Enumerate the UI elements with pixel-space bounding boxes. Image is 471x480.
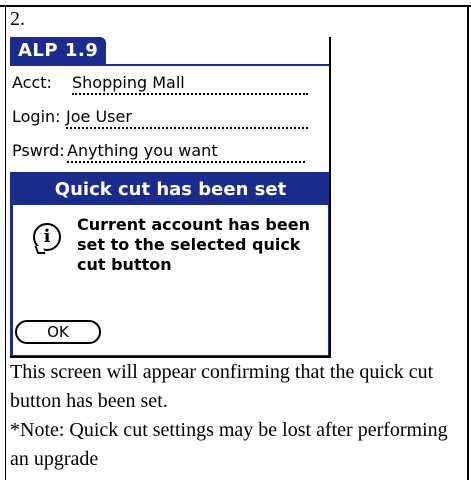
table-left-border [5,5,6,480]
caption-confirmation: This screen will appear confirming that … [10,361,434,412]
dialog-title: Quick cut has been set [13,175,328,205]
app-title-tab[interactable]: ALP 1.9 [10,37,107,64]
login-label: Login: [12,107,61,126]
acct-field[interactable]: Shopping Mall [72,73,308,95]
app-title-bar: ALP 1.9 [10,37,329,66]
pswd-row: Pswrd: Anything you want [12,138,312,164]
document-frame: 2. ALP 1.9 Acct: Shopping Mall Login: Joe … [0,0,471,480]
pswd-field[interactable]: Anything you want [67,141,305,163]
info-icon: i [33,223,61,251]
caption-note: *Note: Quick cut settings may be lost af… [10,419,448,470]
acct-row: Acct: Shopping Mall [12,70,312,96]
ok-button[interactable]: OK [15,320,101,344]
table-right-border [467,5,469,480]
pswd-label: Pswrd: [12,141,65,160]
login-row: Login: Joe User [12,104,312,130]
acct-label: Acct: [12,73,52,92]
palm-screenshot: ALP 1.9 Acct: Shopping Mall Login: Joe Use… [10,37,331,358]
table-top-border [0,5,471,7]
login-field[interactable]: Joe User [66,107,308,129]
dialog-message: Current account has been set to the sele… [77,215,310,274]
alert-dialog: Quick cut has been set i Current account… [10,172,329,356]
caption: This screen will appear confirming that … [10,358,465,474]
step-number: 2. [10,8,25,30]
